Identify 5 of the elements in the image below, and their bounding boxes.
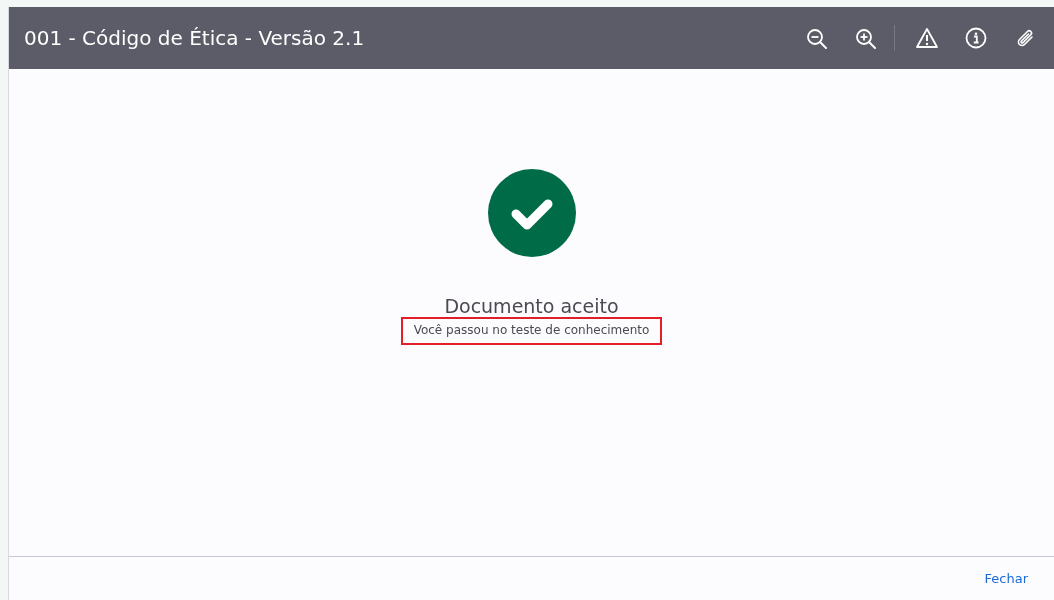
result-title: Documento aceito [444, 295, 619, 317]
close-button[interactable]: Fechar [980, 569, 1032, 588]
result-message: Você passou no teste de conhecimento [400, 317, 663, 345]
document-title: 001 - Código de Ética - Versão 2.1 [24, 26, 366, 50]
check-circle-icon [487, 169, 576, 257]
